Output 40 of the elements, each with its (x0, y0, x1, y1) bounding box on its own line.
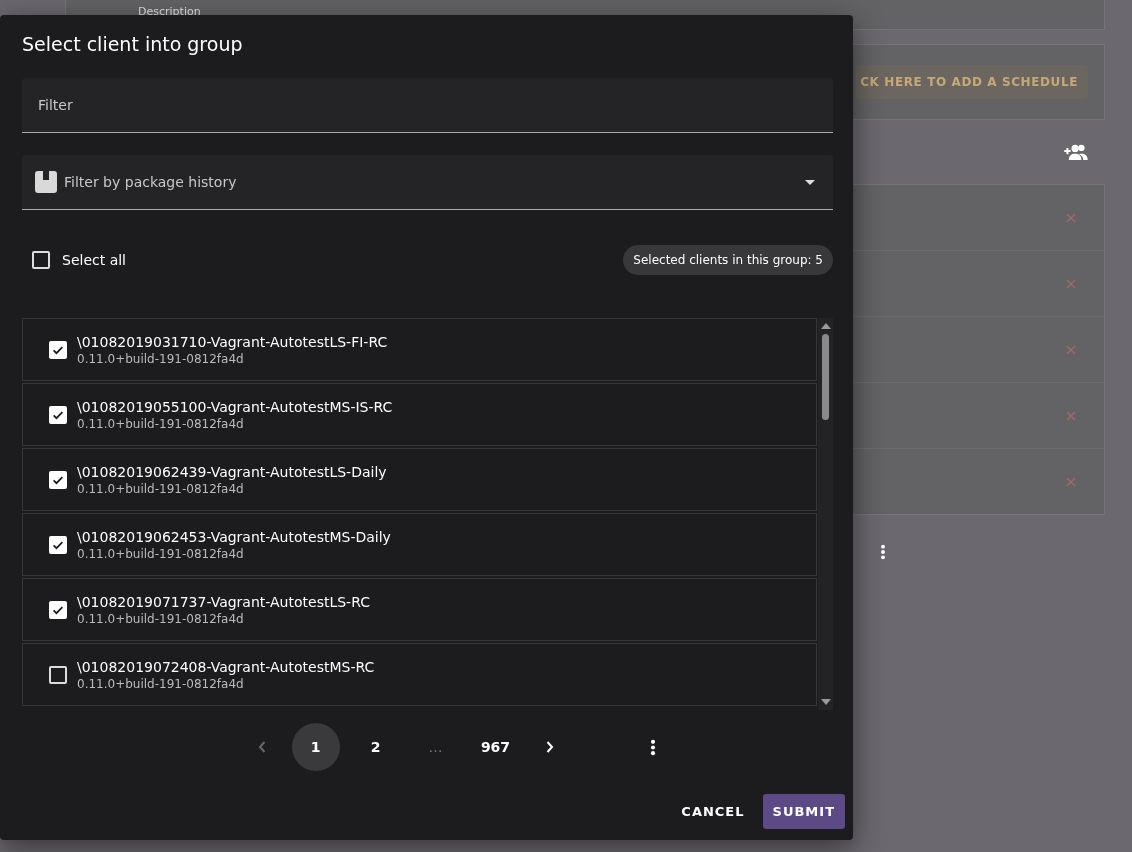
description-label: Description (138, 6, 201, 18)
selected-count-chip: Selected clients in this group: 5 (623, 245, 833, 275)
next-page-icon[interactable] (545, 741, 554, 753)
client-name: \01082019072408-Vagrant-AutotestMS-RC (77, 657, 375, 677)
client-name: \01082019062439-Vagrant-AutotestLS-Daily (77, 462, 387, 482)
more-icon[interactable] (649, 738, 656, 756)
checkbox[interactable] (32, 251, 50, 269)
client-name: \01082019055100-Vagrant-AutotestMS-IS-RC (77, 397, 393, 417)
client-row[interactable]: \01082019062453-Vagrant-AutotestMS-Daily 0.11.0+build-191-0812fa4d (22, 513, 817, 576)
client-version: 0.11.0+build-191-0812fa4d (77, 676, 245, 692)
client-name: \01082019062453-Vagrant-AutotestMS-Daily (77, 527, 391, 547)
submit-button[interactable]: SUBMIT (762, 794, 845, 829)
scrollbar[interactable] (818, 318, 833, 710)
package-filter-select[interactable]: Filter by package history (22, 155, 833, 210)
package-icon (34, 170, 58, 194)
page-button[interactable]: 2 (351, 723, 400, 771)
client-version: 0.11.0+build-191-0812fa4d (77, 611, 245, 627)
client-version: 0.11.0+build-191-0812fa4d (77, 416, 245, 432)
cancel-button[interactable]: CANCEL (671, 794, 755, 829)
client-version: 0.11.0+build-191-0812fa4d (77, 351, 245, 367)
dropdown-arrow-icon (805, 179, 815, 185)
client-name: \01082019071737-Vagrant-AutotestLS-RC (77, 592, 370, 612)
select-placeholder: Filter by package history (64, 174, 238, 190)
filter-field[interactable]: Filter (22, 78, 833, 133)
page-button[interactable]: 1 (291, 723, 340, 771)
client-row[interactable]: \01082019055100-Vagrant-AutotestMS-IS-RC 0.11.0+build-191-0812fa4d (22, 383, 817, 446)
dialog-title: Select client into group (22, 32, 244, 57)
client-row[interactable]: \01082019062439-Vagrant-AutotestLS-Daily 0.11.0+build-191-0812fa4d (22, 448, 817, 511)
checkbox[interactable] (49, 665, 67, 684)
add-group-icon[interactable] (1063, 143, 1089, 161)
client-name: \01082019031710-Vagrant-AutotestLS-FI-RC (77, 332, 388, 352)
pagination-ellipsis: … (427, 738, 444, 757)
client-row[interactable]: \01082019072408-Vagrant-AutotestMS-RC 0.11.0+build-191-0812fa4d (22, 643, 817, 706)
client-version: 0.11.0+build-191-0812fa4d (77, 546, 245, 562)
page-button[interactable]: 967 (471, 723, 520, 771)
client-row[interactable]: \01082019071737-Vagrant-AutotestLS-RC 0.11.0+build-191-0812fa4d (22, 578, 817, 641)
previous-page-icon[interactable] (257, 741, 266, 753)
select-all-label[interactable]: Select all (62, 252, 126, 268)
client-row[interactable]: \01082019031710-Vagrant-AutotestLS-FI-RC 0.11.0+build-191-0812fa4d (22, 318, 817, 381)
client-version: 0.11.0+build-191-0812fa4d (77, 481, 245, 497)
